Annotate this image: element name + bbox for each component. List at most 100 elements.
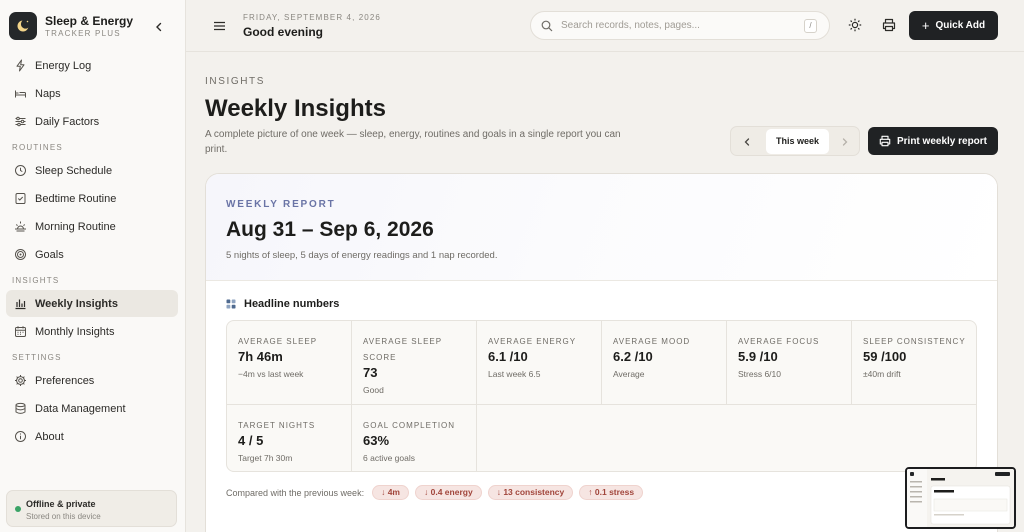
week-comparison: Compared with the previous week: ↓ 4m ↓ …	[226, 485, 644, 500]
report-header: WEEKLY REPORT Aug 31 – Sep 6, 2026 5 nig…	[206, 174, 997, 281]
collapse-sidebar-button[interactable]	[152, 20, 166, 34]
sidebar-item-weekly-insights[interactable]: Weekly Insights	[6, 290, 178, 317]
print-weekly-report-button[interactable]: Print weekly report	[868, 127, 998, 155]
search-input[interactable]	[561, 20, 791, 31]
metric-note: Stress 6/10	[738, 369, 781, 379]
sidebar-item-energy-log[interactable]: Energy Log	[6, 52, 178, 79]
metric-value: 6.2 /10	[613, 349, 653, 364]
sidebar-item-label: Bedtime Routine	[35, 192, 117, 205]
database-icon	[14, 402, 27, 415]
menu-button[interactable]	[213, 19, 226, 31]
change-text: 4m	[387, 487, 400, 497]
metric-label: AVERAGE SLEEP	[238, 337, 318, 346]
sidebar-item-goals[interactable]: Goals	[6, 241, 178, 268]
sidebar-item-label: About	[35, 430, 64, 443]
greeting: Good evening	[243, 25, 324, 39]
metric-label: AVERAGE MOOD	[613, 337, 691, 346]
chevron-left-icon	[744, 138, 750, 146]
metric-average-focus: AVERAGE FOCUS 5.9 /10 Stress 6/10	[727, 321, 852, 405]
sidebar: Sleep & Energy TRACKER PLUS Energy Log N…	[0, 0, 186, 532]
checklist-icon	[14, 192, 27, 205]
metric-note: −4m vs last week	[238, 369, 304, 379]
offline-status-card: Offline & private Stored on this device	[6, 490, 177, 527]
moon-logo-icon	[9, 12, 37, 40]
headline-numbers-heading: Headline numbers	[226, 298, 339, 310]
page-subtitle: A complete picture of one week — sleep, …	[205, 129, 621, 155]
change-pill: ↑ 0.1 stress	[579, 485, 644, 500]
metric-goal-completion: GOAL COMPLETION 63% 6 active goals	[352, 405, 477, 471]
sidebar-item-label: Daily Factors	[35, 115, 100, 128]
metric-note: Last week 6.5	[488, 369, 541, 379]
change-text: 13 consistency	[503, 487, 565, 497]
metric-note: Average	[613, 369, 645, 379]
change-text: 0.4 energy	[430, 487, 473, 497]
metric-average-mood: AVERAGE MOOD 6.2 /10 Average	[602, 321, 727, 405]
bolt-icon	[14, 59, 27, 72]
change-text: 0.1 stress	[594, 487, 635, 497]
brand-subtitle: TRACKER PLUS	[45, 28, 121, 38]
sidebar-item-monthly-insights[interactable]: Monthly Insights	[6, 318, 178, 345]
sidebar-item-bedtime-routine[interactable]: Bedtime Routine	[6, 185, 178, 212]
sidebar-item-naps[interactable]: Naps	[6, 80, 178, 107]
change-pill: ↓ 13 consistency	[487, 485, 574, 500]
sidebar-item-label: Preferences	[35, 374, 95, 387]
report-eyebrow: WEEKLY REPORT	[226, 199, 336, 210]
info-icon	[14, 430, 27, 443]
bed-icon	[14, 87, 27, 100]
calendar-icon	[14, 325, 27, 338]
sidebar-item-label: Morning Routine	[35, 220, 116, 233]
plus-icon: +	[921, 18, 930, 33]
brand-title: Sleep & Energy	[45, 13, 134, 28]
target-icon	[14, 248, 27, 261]
clock-icon	[14, 164, 27, 177]
sidebar-item-daily-factors[interactable]: Daily Factors	[6, 108, 178, 135]
page-eyebrow: INSIGHTS	[205, 76, 266, 87]
printer-icon	[879, 135, 891, 147]
sunrise-icon	[14, 220, 27, 233]
arrow-down-icon: ↓	[424, 487, 429, 497]
arrow-up-icon: ↑	[588, 487, 593, 497]
metric-value: 7h 46m	[238, 349, 283, 364]
quick-add-button[interactable]: + Quick Add	[909, 11, 998, 40]
metric-value: 4 / 5	[238, 433, 264, 448]
chevron-left-icon	[156, 22, 162, 32]
metric-label: AVERAGE SLEEP SCORE	[363, 337, 442, 362]
chevron-right-icon	[842, 138, 848, 146]
sidebar-item-sleep-schedule[interactable]: Sleep Schedule	[6, 157, 178, 184]
gear-icon	[14, 374, 27, 387]
section-settings: SETTINGS	[12, 353, 62, 362]
sidebar-item-preferences[interactable]: Preferences	[6, 367, 178, 394]
sidebar-item-about[interactable]: About	[6, 423, 178, 450]
quick-add-label: Quick Add	[935, 20, 986, 31]
metric-value: 73	[363, 365, 378, 380]
sliders-icon	[14, 115, 27, 128]
section-insights: INSIGHTS	[12, 276, 60, 285]
metric-value: 63%	[363, 433, 390, 448]
current-week-button[interactable]: This week	[766, 129, 829, 154]
metric-label: AVERAGE ENERGY	[488, 337, 577, 346]
metric-note: Target 7h 30m	[238, 453, 293, 463]
sidebar-item-label: Weekly Insights	[35, 297, 118, 310]
sidebar-item-label: Sleep Schedule	[35, 164, 113, 177]
metric-label: TARGET NIGHTS	[238, 421, 316, 430]
theme-toggle-button[interactable]	[845, 15, 865, 35]
sidebar-item-label: Goals	[35, 248, 64, 261]
print-button[interactable]	[879, 15, 899, 35]
sidebar-item-morning-routine[interactable]: Morning Routine	[6, 213, 178, 240]
headline-metrics-grid: AVERAGE SLEEP 7h 46m −4m vs last week AV…	[226, 320, 977, 472]
sidebar-nav: Energy Log Naps Daily Factors ROUTINES S…	[0, 52, 186, 451]
metric-label: GOAL COMPLETION	[363, 421, 456, 430]
sidebar-item-data-management[interactable]: Data Management	[6, 395, 178, 422]
search-bar: /	[530, 11, 830, 40]
print-weekly-report-label: Print weekly report	[896, 135, 988, 147]
metric-label: SLEEP CONSISTENCY	[863, 337, 966, 346]
arrow-down-icon: ↓	[496, 487, 501, 497]
sidebar-item-label: Naps	[35, 87, 61, 100]
previous-week-button[interactable]	[741, 135, 753, 147]
report-summary: 5 nights of sleep, 5 days of energy read…	[226, 250, 498, 261]
hamburger-icon	[214, 21, 225, 31]
arrow-down-icon: ↓	[381, 487, 386, 497]
metric-value: 5.9 /10	[738, 349, 778, 364]
screenshot-thumbnail[interactable]	[905, 467, 1016, 529]
next-week-button[interactable]	[839, 135, 851, 147]
